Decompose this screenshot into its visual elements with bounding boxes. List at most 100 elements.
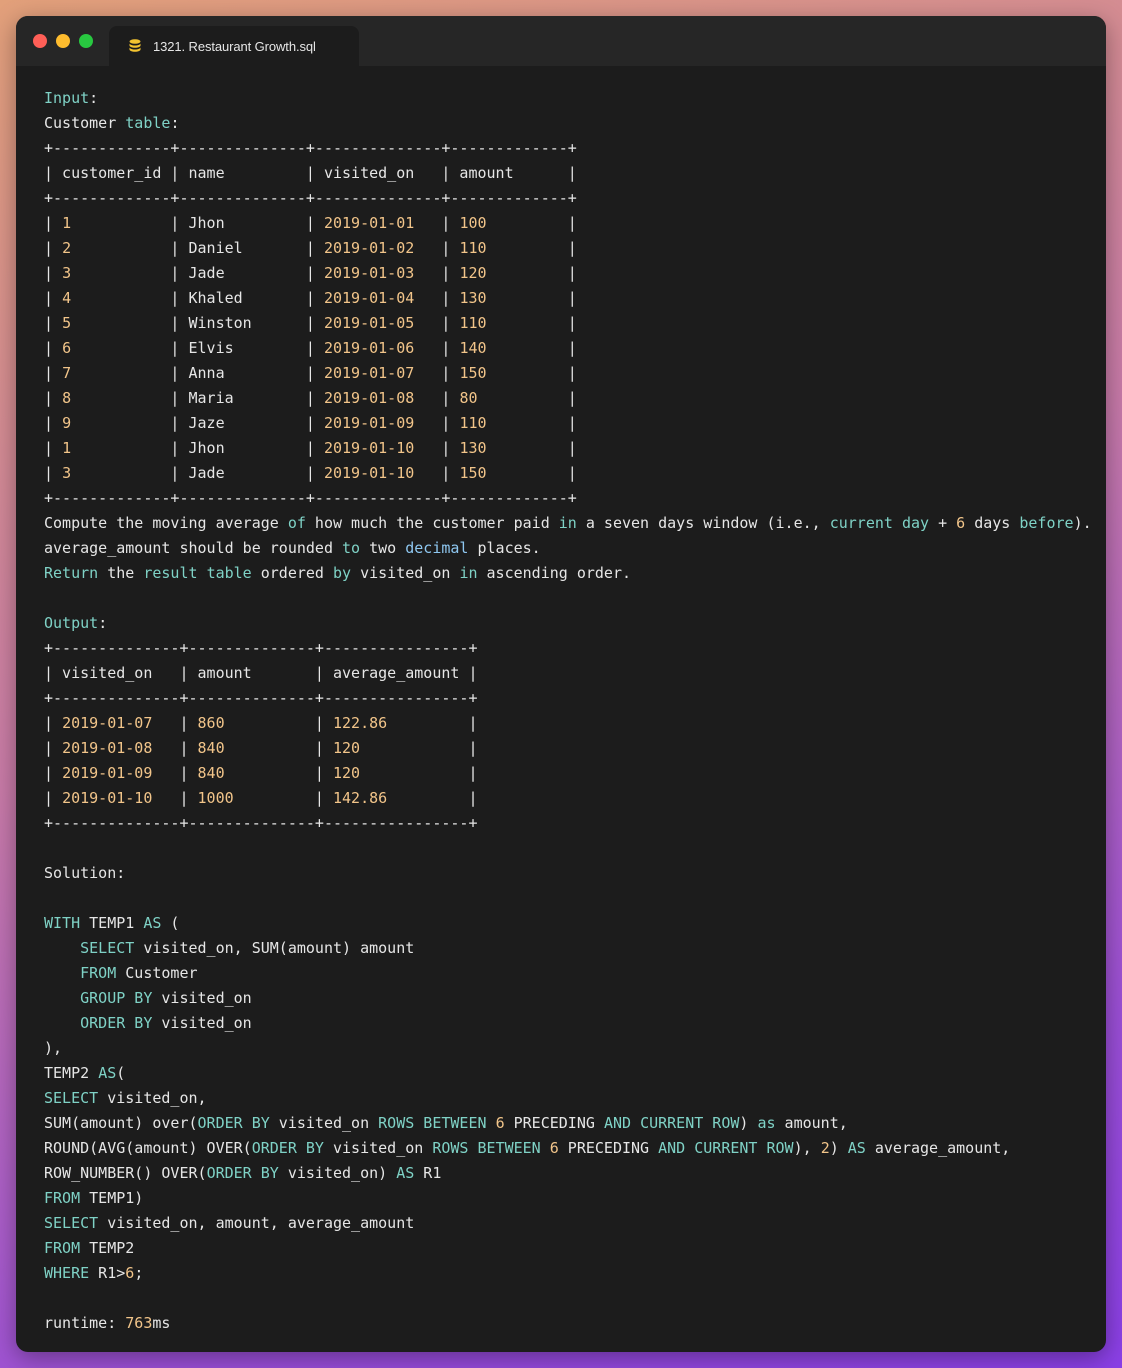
code-text: |	[387, 714, 478, 732]
code-text: |	[387, 789, 478, 807]
code-keyword: Output	[44, 614, 99, 632]
code-line: | 7 | Anna | 2019-01-07 | 150 |	[44, 361, 1096, 386]
code-text: R1	[414, 1164, 442, 1182]
code-text: SUM(amount) over(	[44, 1114, 198, 1132]
code-text: :	[98, 614, 108, 632]
code-line: +--------------+--------------+---------…	[44, 686, 1096, 711]
code-editor[interactable]: Input: Customer table: +-------------+----…	[44, 86, 1096, 1336]
code-number: 100	[459, 214, 487, 232]
code-keyword: Return	[44, 564, 99, 582]
code-line: | visited_on | amount | average_amount |	[44, 661, 1096, 686]
code-line: Customer table:	[44, 111, 1096, 136]
code-text: visited_on,	[98, 1089, 207, 1107]
code-keyword: ROWS BETWEEN	[432, 1139, 541, 1157]
code-number: 840	[197, 764, 225, 782]
code-keyword: Input	[44, 89, 90, 107]
code-text: Solution:	[44, 864, 126, 882]
code-line: | 2019-01-10 | 1000 | 142.86 |	[44, 786, 1096, 811]
code-text: | Maria |	[71, 389, 324, 407]
code-keyword: before	[1019, 514, 1074, 532]
code-line: SUM(amount) over(ORDER BY visited_on ROW…	[44, 1111, 1096, 1136]
code-line: Input:	[44, 86, 1096, 111]
code-number: 8	[62, 389, 72, 407]
code-text: |	[486, 439, 577, 457]
file-tab[interactable]: 1321. Restaurant Growth.sql	[109, 26, 359, 66]
code-number: 840	[197, 739, 225, 757]
code-text: visited_on, amount, average_amount	[98, 1214, 415, 1232]
code-text: the	[98, 564, 144, 582]
code-text: :	[170, 114, 180, 132]
code-number: 80	[459, 389, 478, 407]
code-line: +--------------+--------------+---------…	[44, 636, 1096, 661]
code-text: |	[414, 289, 460, 307]
code-text: Customer	[116, 964, 198, 982]
code-text: |	[414, 414, 460, 432]
code-keyword: as	[757, 1114, 776, 1132]
code-text: |	[44, 214, 63, 232]
code-line: | 6 | Elvis | 2019-01-06 | 140 |	[44, 336, 1096, 361]
maximize-window-button[interactable]	[79, 34, 93, 48]
code-number: 6	[956, 514, 966, 532]
code-number: 110	[459, 239, 487, 257]
code-number: 110	[459, 414, 487, 432]
code-number: 860	[197, 714, 225, 732]
code-number: 4	[62, 289, 72, 307]
code-text: +--------------+--------------+---------…	[44, 689, 478, 707]
code-line: | 2019-01-07 | 860 | 122.86 |	[44, 711, 1096, 736]
code-number: 2019-01-08	[323, 389, 415, 407]
file-tab-title: 1321. Restaurant Growth.sql	[153, 38, 316, 54]
code-text: |	[486, 414, 577, 432]
code-line: GROUP BY visited_on	[44, 986, 1096, 1011]
code-number: 6	[549, 1139, 559, 1157]
code-text: places.	[468, 539, 541, 557]
database-icon	[129, 39, 141, 52]
code-text: |	[486, 314, 577, 332]
code-line: ROUND(AVG(amount) OVER(ORDER BY visited_…	[44, 1136, 1096, 1161]
code-text: +--------------+--------------+---------…	[44, 814, 478, 832]
code-text: |	[44, 314, 63, 332]
code-text: |	[44, 339, 63, 357]
code-number: 2019-01-03	[323, 264, 415, 282]
code-text: |	[486, 239, 577, 257]
code-number: 2019-01-02	[323, 239, 415, 257]
code-text: |	[152, 714, 198, 732]
code-keyword: WITH	[44, 914, 81, 932]
code-number: 2019-01-01	[323, 214, 415, 232]
code-text: |	[477, 389, 577, 407]
code-text: |	[44, 264, 63, 282]
code-text: |	[224, 714, 333, 732]
code-line: Compute the moving average of how much t…	[44, 511, 1096, 536]
code-line: WITH TEMP1 AS (	[44, 911, 1096, 936]
code-text: | visited_on | amount | average_amount |	[44, 664, 478, 682]
code-text: |	[414, 364, 460, 382]
code-number: 763	[125, 1314, 153, 1332]
code-line: FROM TEMP2	[44, 1236, 1096, 1261]
code-text: visited_on	[152, 989, 252, 1007]
code-text: | Elvis |	[71, 339, 324, 357]
code-text: |	[414, 339, 460, 357]
code-text: |	[414, 389, 460, 407]
code-text: ;	[134, 1264, 144, 1282]
code-text: a seven days window (i.e.,	[576, 514, 830, 532]
code-text: |	[44, 764, 63, 782]
minimize-window-button[interactable]	[56, 34, 70, 48]
code-line: ROW_NUMBER() OVER(ORDER BY visited_on) A…	[44, 1161, 1096, 1186]
code-text: |	[233, 789, 333, 807]
close-window-button[interactable]	[33, 34, 47, 48]
code-number: 7	[62, 364, 72, 382]
code-line: +-------------+--------------+----------…	[44, 186, 1096, 211]
code-line: FROM TEMP1)	[44, 1186, 1096, 1211]
code-line: ),	[44, 1036, 1096, 1061]
code-text: |	[486, 264, 577, 282]
code-number: 2019-01-05	[323, 314, 415, 332]
code-text: ),	[793, 1139, 821, 1157]
code-text: runtime:	[44, 1314, 126, 1332]
code-text: +-------------+--------------+----------…	[44, 189, 577, 207]
code-keyword: SELECT	[44, 1089, 99, 1107]
code-text: visited_on)	[278, 1164, 397, 1182]
